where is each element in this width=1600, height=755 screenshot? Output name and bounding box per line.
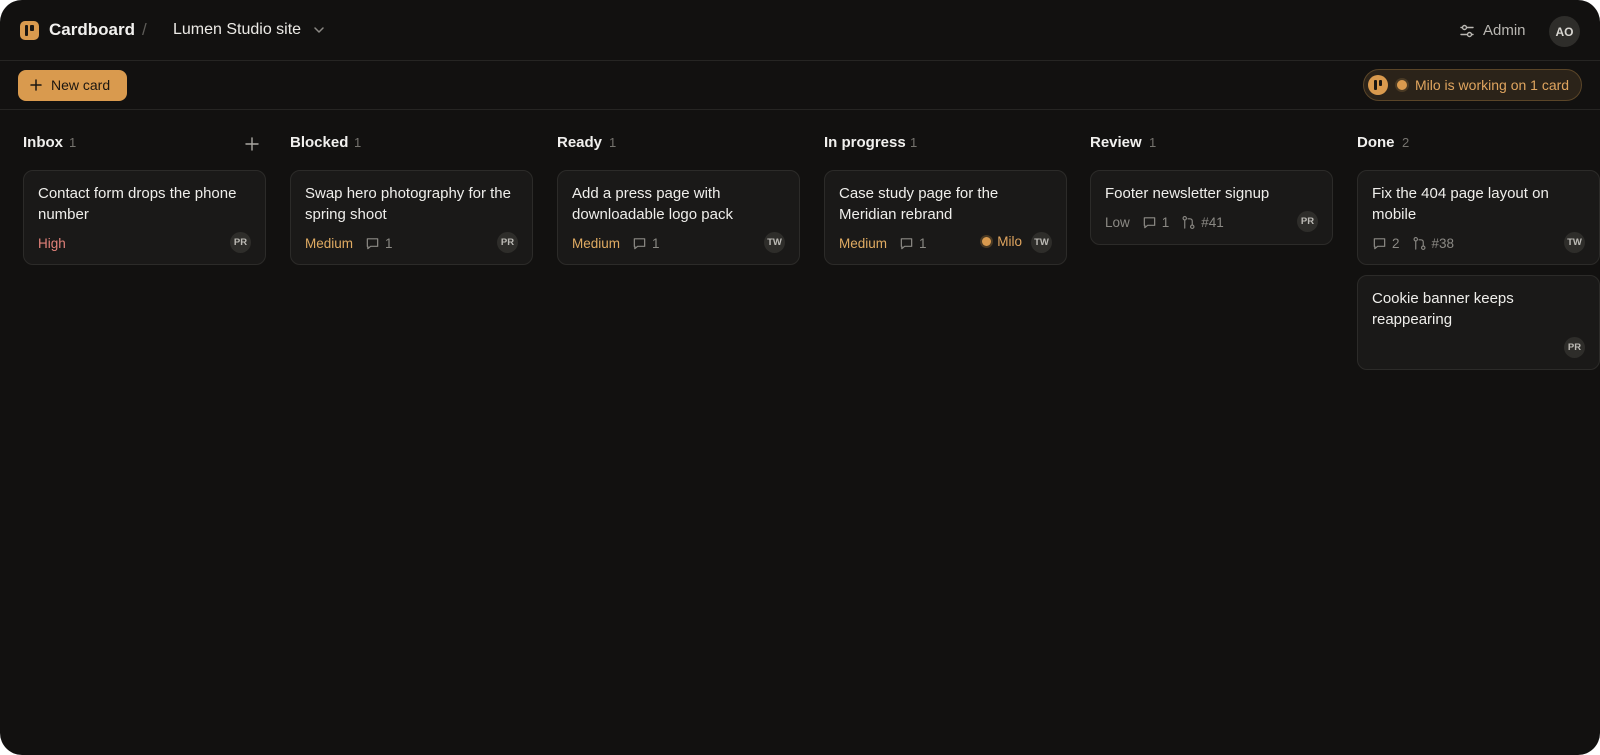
agent-logo-icon [1368, 75, 1388, 95]
column-title: In progress [824, 134, 906, 151]
column-count: 1 [354, 135, 362, 150]
column-header: Inbox 1 [23, 134, 267, 154]
card-title: Case study page for the Meridian rebrand [839, 185, 999, 223]
priority-label: Low [1105, 214, 1130, 230]
card-meta: Medium 1 [839, 234, 927, 252]
card[interactable]: Swap hero photography for the spring sho… [290, 170, 533, 265]
agent-status-text: Milo is working on 1 card [1415, 77, 1570, 93]
comment-count: 1 [899, 236, 927, 251]
card-title: Footer newsletter signup [1105, 185, 1270, 202]
card-meta: Low 1 #41 [1105, 213, 1224, 231]
card[interactable]: Cookie banner keeps reappearing PR [1357, 275, 1600, 370]
card-title: Fix the 404 page layout on mobile [1372, 185, 1549, 223]
sliders-icon[interactable] [1459, 23, 1475, 39]
comment-count: 1 [365, 236, 393, 251]
column-count: 1 [69, 135, 77, 150]
new-card-label: New card [51, 77, 111, 93]
comment-icon [633, 237, 646, 249]
card[interactable]: Case study page for the Meridian rebrand… [824, 170, 1067, 265]
column-count: 1 [910, 135, 918, 150]
column-header: Review 1 [1090, 134, 1334, 154]
comment-count: 1 [632, 236, 660, 251]
card[interactable]: Add a press page with downloadable logo … [557, 170, 800, 265]
priority-label: High [38, 235, 66, 251]
column-count: 2 [1402, 135, 1410, 150]
agent-active-dot-icon [1397, 80, 1407, 90]
card-meta: 2 #38 [1372, 234, 1454, 252]
card-meta: High [38, 234, 66, 252]
priority-label: Medium [305, 235, 354, 251]
card-title: Contact form drops the phone number [38, 185, 237, 223]
comment-icon [1143, 216, 1156, 228]
comment-icon [366, 237, 379, 249]
pull-request-link[interactable]: #41 [1181, 215, 1224, 230]
app-window: Cardboard / Lumen Studio site Admin AO N… [0, 0, 1600, 755]
column-title: Review [1090, 134, 1142, 151]
pull-request-icon [1182, 215, 1195, 229]
card-title: Cookie banner keeps reappearing [1372, 290, 1514, 328]
agent-dot-icon [982, 237, 992, 246]
priority-label: Medium [572, 235, 621, 251]
plus-icon [30, 79, 42, 91]
column-title: Done [1357, 134, 1395, 151]
card[interactable]: Footer newsletter signup Low 1 #41 PR [1090, 170, 1333, 245]
add-card-icon[interactable] [245, 137, 259, 151]
pull-request-icon [1413, 236, 1426, 250]
column-title: Blocked [290, 134, 349, 151]
card[interactable]: Fix the 404 page layout on mobile 2 #38 … [1357, 170, 1600, 265]
card-meta: Medium 1 [305, 234, 393, 252]
breadcrumb-separator: / [142, 20, 147, 39]
assignee-avatar[interactable]: TW [1564, 232, 1585, 253]
pull-request-link[interactable]: #38 [1412, 236, 1454, 251]
column-header: In progress 1 [824, 134, 1068, 154]
admin-link[interactable]: Admin [1483, 22, 1526, 39]
agent-working-tag[interactable]: Milo [982, 234, 1022, 249]
comment-count: 1 [1142, 215, 1169, 230]
card-title: Add a press page with downloadable logo … [572, 185, 733, 223]
column-header: Blocked 1 [290, 134, 534, 154]
column-count: 1 [609, 135, 617, 150]
comment-icon [900, 237, 913, 249]
priority-label: Medium [839, 235, 888, 251]
comment-icon [1373, 237, 1386, 249]
assignee-avatar[interactable]: PR [1564, 337, 1585, 358]
chevron-down-icon[interactable] [312, 23, 326, 37]
column-header: Done 2 [1357, 134, 1600, 154]
assignee-avatar[interactable]: TW [764, 232, 785, 253]
assignee-avatar[interactable]: PR [1297, 211, 1318, 232]
column-header: Ready 1 [557, 134, 801, 154]
column-title: Inbox [23, 134, 63, 151]
assignee-avatar[interactable]: TW [1031, 232, 1052, 253]
agent-status-pill[interactable]: Milo is working on 1 card [1363, 69, 1582, 101]
card-meta: Medium 1 [572, 234, 660, 252]
assignee-avatar[interactable]: PR [230, 232, 251, 253]
toolbar: New card Milo is working on 1 card [0, 61, 1600, 110]
comment-count: 2 [1372, 236, 1400, 251]
new-card-button[interactable]: New card [18, 70, 127, 101]
top-bar: Cardboard / Lumen Studio site Admin AO [0, 0, 1600, 61]
column-count: 1 [1149, 135, 1157, 150]
user-avatar[interactable]: AO [1549, 16, 1580, 47]
project-switcher[interactable]: Lumen Studio site [173, 21, 301, 39]
assignee-avatar[interactable]: PR [497, 232, 518, 253]
cardboard-logo-icon[interactable] [20, 21, 39, 40]
column-title: Ready [557, 134, 603, 151]
brand-name[interactable]: Cardboard [49, 20, 135, 40]
card-title: Swap hero photography for the spring sho… [305, 185, 511, 223]
card[interactable]: Contact form drops the phone number High… [23, 170, 266, 265]
